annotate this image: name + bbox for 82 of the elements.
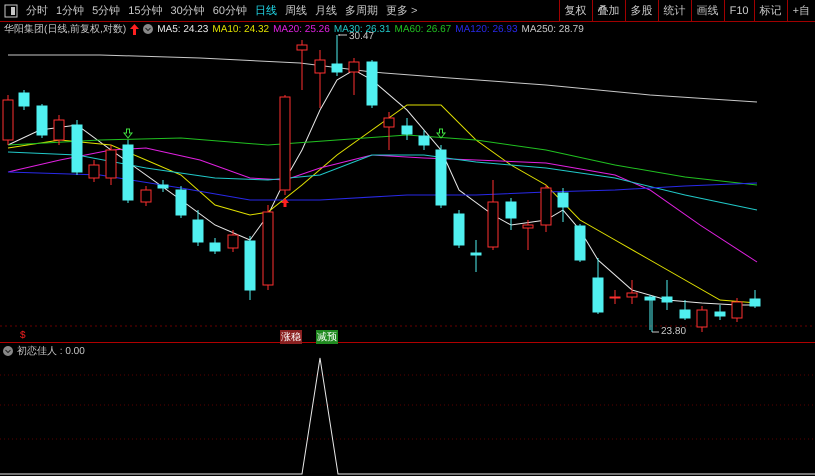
period-tab[interactable]: 日线 bbox=[251, 3, 281, 18]
down-arrow-icon bbox=[122, 128, 134, 139]
toolbar-button[interactable]: 复权 bbox=[558, 0, 592, 21]
period-tab[interactable]: 月线 bbox=[311, 3, 341, 18]
moving-average-label: MA10: 24.32 bbox=[212, 24, 270, 34]
candlestick bbox=[54, 114, 64, 146]
signal-tag: 减预 bbox=[316, 330, 338, 344]
candlestick bbox=[228, 230, 238, 252]
candlestick bbox=[2, 94, 14, 146]
period-tab[interactable]: 多周期 bbox=[341, 3, 382, 18]
toolbar-button[interactable]: 多股 bbox=[624, 0, 658, 21]
candlestick bbox=[680, 300, 690, 320]
candlestick bbox=[210, 238, 220, 254]
candlestick bbox=[714, 304, 726, 320]
candlestick bbox=[418, 130, 430, 150]
moving-average-label: MA20: 25.26 bbox=[273, 24, 330, 34]
candlestick bbox=[366, 60, 378, 108]
buy-arrow-icon bbox=[281, 198, 289, 207]
candlestick bbox=[296, 40, 308, 90]
candlestick bbox=[244, 236, 256, 300]
collapse-icon[interactable] bbox=[143, 24, 154, 34]
signal-marker: $ bbox=[20, 330, 26, 341]
low-price-label: 23.80 bbox=[661, 326, 686, 337]
toolbar-button[interactable]: +自 bbox=[786, 0, 815, 21]
candlestick bbox=[348, 58, 360, 96]
moving-average-label: MA60: 26.67 bbox=[394, 24, 452, 34]
candlestick bbox=[402, 118, 412, 140]
candlestick bbox=[662, 280, 672, 310]
toolbar-button[interactable]: 画线 bbox=[690, 0, 724, 21]
moving-average-label: MA250: 28.79 bbox=[522, 24, 584, 34]
candlestick bbox=[72, 120, 82, 176]
toolbar-button[interactable]: 标记 bbox=[754, 0, 787, 21]
panel-toggle-icon[interactable] bbox=[4, 4, 18, 18]
candlestick bbox=[610, 290, 620, 304]
candlestick bbox=[122, 140, 134, 204]
chart-title: 华阳集团(日线,前复权,对数) bbox=[4, 22, 126, 36]
indicator-label: 初恋佳人 : 0.00 bbox=[17, 344, 85, 358]
candlestick bbox=[522, 220, 534, 250]
moving-average-label: MA120: 26.93 bbox=[455, 24, 518, 34]
candlestick bbox=[18, 90, 30, 110]
candlestick bbox=[732, 298, 742, 322]
candlestick bbox=[192, 210, 204, 246]
collapse-icon[interactable] bbox=[3, 346, 13, 356]
signal-tag: 涨稳 bbox=[280, 330, 302, 344]
high-price-label: 30.47 bbox=[349, 31, 374, 42]
candlestick bbox=[696, 306, 708, 332]
candlestick bbox=[488, 180, 498, 250]
toolbar-button[interactable]: 统计 bbox=[658, 0, 691, 21]
up-arrow-icon bbox=[130, 24, 140, 34]
candlestick bbox=[470, 240, 482, 272]
candlestick bbox=[592, 258, 604, 314]
candlestick bbox=[314, 50, 326, 108]
moving-average-label: MA5: 24.23 bbox=[157, 24, 208, 34]
period-tab[interactable]: 5分钟 bbox=[88, 3, 124, 18]
candlestick bbox=[750, 290, 760, 308]
candlestick bbox=[176, 186, 186, 218]
candlestick bbox=[644, 294, 656, 330]
candlestick bbox=[506, 198, 516, 230]
down-arrow-icon bbox=[436, 128, 446, 139]
period-tab[interactable]: 更多 > bbox=[382, 3, 422, 18]
candlestick bbox=[626, 280, 638, 304]
candlestick bbox=[454, 210, 464, 248]
candlestick bbox=[332, 34, 342, 76]
candlestick bbox=[88, 160, 100, 182]
period-tab[interactable]: 周线 bbox=[281, 3, 311, 18]
candlestick bbox=[436, 144, 446, 208]
candlestick bbox=[384, 112, 394, 150]
candlestick bbox=[140, 186, 152, 206]
period-tab[interactable]: 15分钟 bbox=[124, 3, 166, 18]
candlestick bbox=[158, 180, 168, 192]
toolbar-button[interactable]: F10 bbox=[724, 0, 754, 21]
candlestick bbox=[36, 104, 48, 138]
candlestick bbox=[558, 188, 568, 222]
leader-line bbox=[338, 34, 348, 36]
period-tab[interactable]: 1分钟 bbox=[52, 3, 88, 18]
candlestick bbox=[574, 224, 586, 262]
toolbar-button[interactable]: 叠加 bbox=[592, 0, 625, 21]
period-tab[interactable]: 分时 bbox=[22, 3, 52, 18]
candlestick bbox=[540, 184, 552, 232]
period-tab[interactable]: 30分钟 bbox=[166, 3, 209, 18]
period-tab[interactable]: 60分钟 bbox=[208, 3, 251, 18]
candlestick bbox=[106, 144, 116, 186]
